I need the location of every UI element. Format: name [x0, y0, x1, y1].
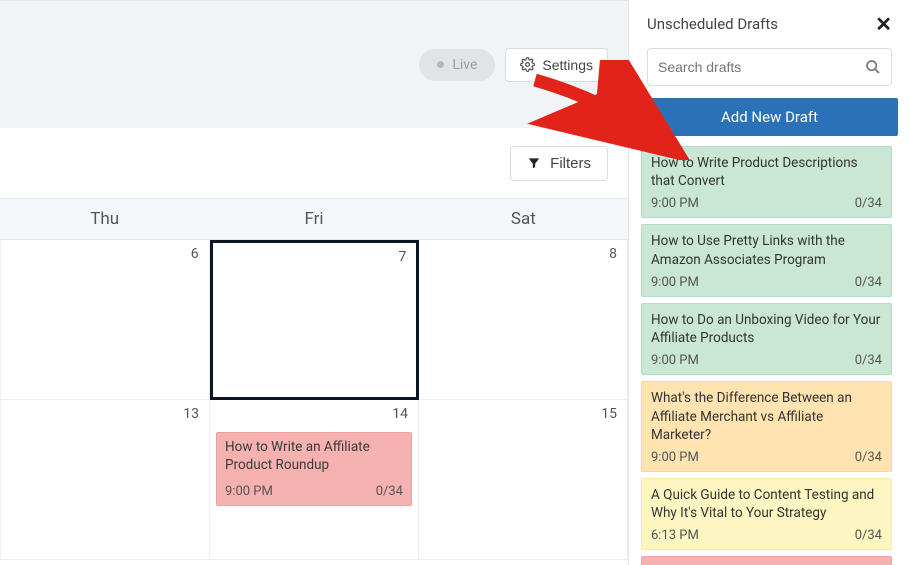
calendar-event[interactable]: How to Write an Affiliate Product Roundu… — [216, 432, 412, 506]
day-number: 13 — [183, 406, 199, 422]
filters-row: Filters — [0, 128, 628, 198]
draft-title: How to Write Product Descriptions that C… — [651, 154, 882, 190]
draft-title: What's the Difference Between an Affilia… — [651, 389, 882, 444]
close-icon[interactable]: ✕ — [875, 14, 892, 34]
draft-title: A Quick Guide to Content Testing and Why… — [651, 486, 882, 522]
search-box[interactable] — [647, 48, 892, 86]
search-icon — [865, 59, 881, 75]
settings-label: Settings — [542, 57, 593, 73]
calendar-header-row: Thu Fri Sat — [0, 198, 628, 240]
gear-icon — [520, 57, 535, 72]
draft-time: 9:00 PM — [651, 196, 699, 211]
draft-time: 9:00 PM — [651, 275, 699, 290]
sidebar-header: Unscheduled Drafts ✕ — [629, 0, 910, 40]
day-number: 8 — [609, 246, 617, 262]
draft-card[interactable]: What's the Difference Between an Affilia… — [641, 381, 892, 472]
draft-meta-row: 6:13 PM 0/34 — [651, 528, 882, 543]
draft-card[interactable]: A Quick Guide to Content Testing and Why… — [641, 478, 892, 550]
draft-count: 0/34 — [855, 528, 882, 543]
day-number: 7 — [398, 249, 406, 265]
event-time: 9:00 PM — [225, 484, 273, 499]
add-new-draft-button[interactable]: Add New Draft — [641, 98, 898, 136]
draft-meta-row: 9:00 PM 0/34 — [651, 353, 882, 368]
calendar-day[interactable]: 14 How to Write an Affiliate Product Roun… — [210, 400, 419, 560]
calendar-week: 6 7 8 — [0, 240, 628, 400]
calendar-day[interactable]: 7 — [210, 240, 420, 400]
add-draft-label: Add New Draft — [721, 108, 818, 126]
funnel-icon — [527, 156, 541, 170]
draft-time: 9:00 PM — [651, 353, 699, 368]
settings-button[interactable]: Settings — [505, 48, 608, 82]
event-meta-row: 9:00 PM 0/34 — [225, 484, 403, 499]
draft-title: How to Use Pretty Links with the Amazon … — [651, 232, 882, 268]
calendar-header-fri: Fri — [209, 199, 418, 239]
draft-count: 0/34 — [855, 196, 882, 211]
live-label: Live — [452, 57, 477, 73]
draft-count: 0/34 — [855, 275, 882, 290]
draft-time: 9:00 PM — [651, 450, 699, 465]
draft-meta-row: 9:00 PM 0/34 — [651, 450, 882, 465]
search-input[interactable] — [658, 59, 865, 75]
event-count: 0/34 — [376, 484, 403, 499]
day-number: 15 — [601, 406, 617, 422]
draft-card[interactable]: How to Do an Unboxing Video for Your Aff… — [641, 303, 892, 375]
draft-card[interactable]: How to Use Pretty Links with the Amazon … — [641, 224, 892, 296]
draft-meta-row: 9:00 PM 0/34 — [651, 196, 882, 211]
filters-label: Filters — [550, 155, 591, 172]
event-title: How to Write an Affiliate Product Roundu… — [225, 439, 403, 474]
calendar-day[interactable]: 15 — [419, 400, 628, 560]
calendar-day[interactable]: 13 — [0, 400, 210, 560]
calendar-day[interactable]: 8 — [419, 240, 628, 400]
calendar-header-thu: Thu — [0, 199, 209, 239]
draft-title: How to Do an Unboxing Video for Your Aff… — [651, 311, 882, 347]
sidebar-title: Unscheduled Drafts — [647, 15, 778, 33]
draft-card[interactable]: How to Choose a Domain Name for — [641, 556, 892, 565]
calendar-grid: 6 7 8 13 14 How to Write an Affiliate Product… — [0, 240, 628, 565]
calendar-header-sat: Sat — [419, 199, 628, 239]
day-number: 14 — [392, 406, 408, 422]
drafts-list[interactable]: How to Write Product Descriptions that C… — [629, 146, 910, 565]
calendar-week: 13 14 How to Write an Affiliate Product Ro… — [0, 400, 628, 560]
top-toolbar: Live Settings — [0, 0, 628, 128]
draft-meta-row: 9:00 PM 0/34 — [651, 275, 882, 290]
draft-count: 0/34 — [855, 353, 882, 368]
main-calendar-area: Live Settings Filters Thu Fri Sat 678131… — [0, 0, 628, 565]
draft-card[interactable]: How to Write Product Descriptions that C… — [641, 146, 892, 218]
filters-button[interactable]: Filters — [510, 146, 608, 181]
drafts-sidebar: Unscheduled Drafts ✕ Add New Draft How t… — [628, 0, 910, 565]
day-number: 6 — [191, 246, 199, 262]
draft-count: 0/34 — [855, 450, 882, 465]
search-wrap — [629, 40, 910, 98]
live-dot-icon — [437, 61, 444, 68]
calendar-day[interactable]: 6 — [0, 240, 210, 400]
live-pill[interactable]: Live — [419, 49, 495, 81]
draft-time: 6:13 PM — [651, 528, 699, 543]
